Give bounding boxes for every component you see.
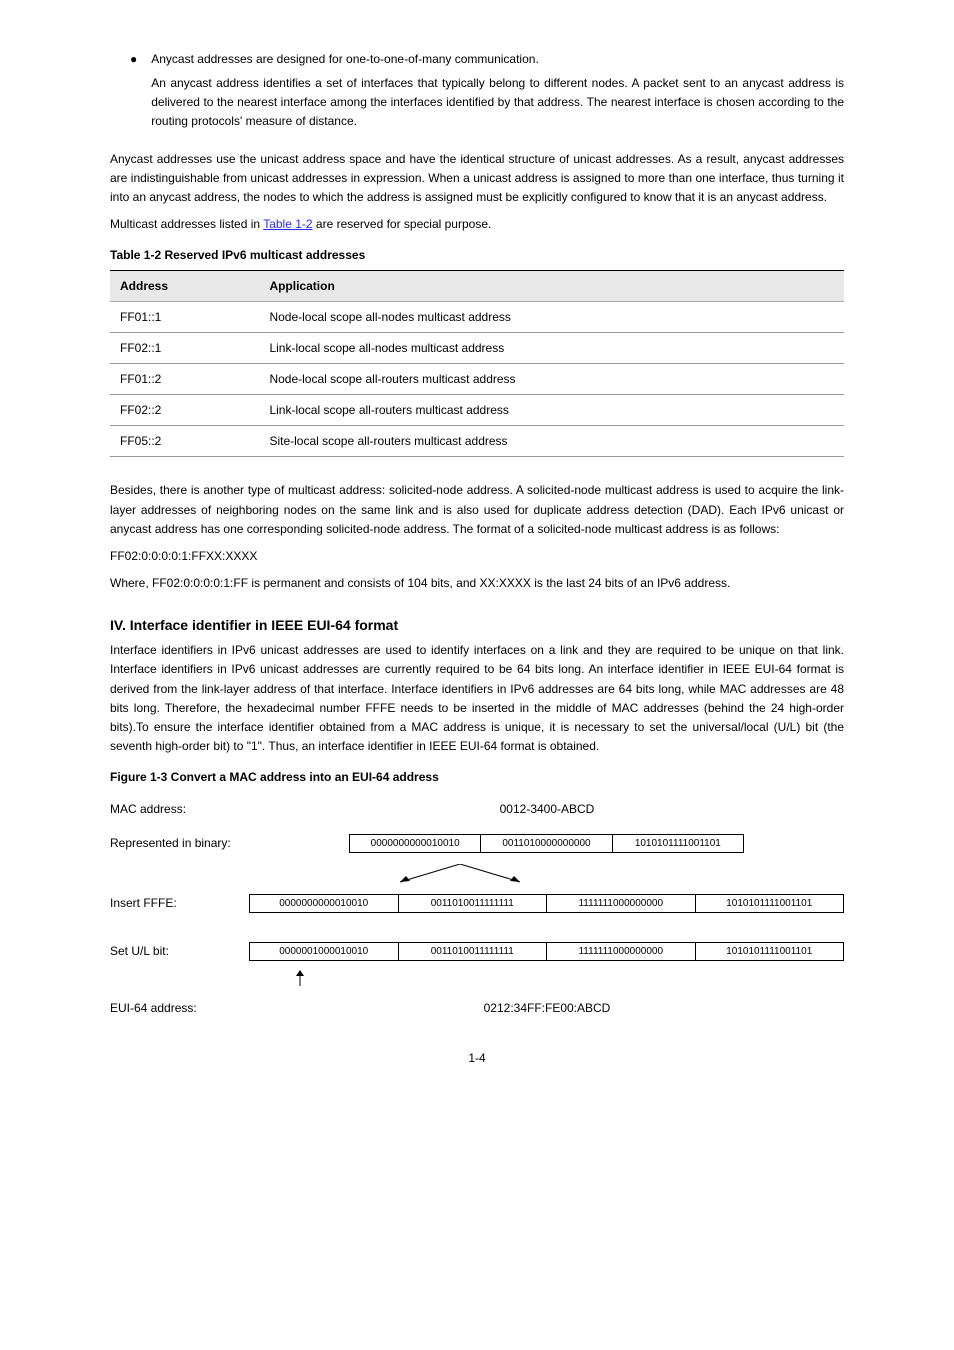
multicast-intro-text: Multicast addresses listed in	[110, 217, 263, 231]
diag-label-eui64: EUI-64 address:	[110, 1001, 250, 1015]
cell-addr: FF05::2	[110, 426, 259, 457]
eui64-diagram: MAC address: 0012-3400-ABCD Represented …	[110, 796, 844, 1021]
solicited-paragraph: Besides, there is another type of multic…	[110, 481, 844, 539]
eui-paragraph: Interface identifiers in IPv6 unicast ad…	[110, 641, 844, 756]
diag-label-insert: Insert FFFE:	[110, 896, 250, 910]
cell-app: Node-local scope all-nodes multicast add…	[259, 302, 844, 333]
solicited-note: Where, FF02:0:0:0:0:1:FF is permanent an…	[110, 574, 844, 593]
diag-cell: 1010101111001101	[695, 894, 845, 913]
figure-caption: Figure 1-3 Convert a MAC address into an…	[110, 770, 844, 784]
anycast-paragraph: Anycast addresses use the unicast addres…	[110, 150, 844, 208]
cell-addr: FF01::1	[110, 302, 259, 333]
table-row: FF02::1Link-local scope all-nodes multic…	[110, 333, 844, 364]
diag-cell: 0000000000010010	[349, 834, 481, 853]
multicast-intro-tail: are reserved for special purpose.	[313, 217, 492, 231]
diag-cell: 0011010000000000	[480, 834, 612, 853]
bullet-anycast: ● Anycast addresses are designed for one…	[130, 50, 844, 140]
cell-app: Link-local scope all-routers multicast a…	[259, 395, 844, 426]
cell-app: Link-local scope all-nodes multicast add…	[259, 333, 844, 364]
table-row: FF05::2Site-local scope all-routers mult…	[110, 426, 844, 457]
cell-addr: FF01::2	[110, 364, 259, 395]
diag-label-binary: Represented in binary:	[110, 836, 250, 850]
cell-addr: FF02::2	[110, 395, 259, 426]
table-caption: Table 1-2 Reserved IPv6 multicast addres…	[110, 248, 844, 262]
split-arrow-icon	[330, 864, 844, 884]
diag-cell: 1010101111001101	[612, 834, 744, 853]
diag-cell: 0000000000010010	[249, 894, 399, 913]
diag-cell: 0000001000010010	[249, 942, 399, 961]
diag-cell: 1010101111001101	[695, 942, 845, 961]
table-row: FF01::1Node-local scope all-nodes multic…	[110, 302, 844, 333]
ul-arrow-icon	[290, 968, 844, 991]
diag-eui64-value: 0212:34FF:FE00:ABCD	[250, 1001, 844, 1015]
col-application: Application	[259, 271, 844, 302]
bullet-text: Anycast addresses are designed for one-t…	[151, 52, 539, 66]
diag-cell: 0011010011111111	[398, 894, 548, 913]
table-row: FF01::2Node-local scope all-routers mult…	[110, 364, 844, 395]
multicast-intro: Multicast addresses listed in Table 1-2 …	[110, 215, 844, 234]
bullet-detail: An anycast address identifies a set of i…	[151, 76, 844, 128]
col-address: Address	[110, 271, 259, 302]
table-link[interactable]: Table 1-2	[263, 217, 312, 231]
table-row: FF02::2Link-local scope all-routers mult…	[110, 395, 844, 426]
cell-app: Site-local scope all-routers multicast a…	[259, 426, 844, 457]
bullet-dot: ●	[130, 50, 137, 140]
page-number: 1-4	[110, 1051, 844, 1065]
diag-label-ulbit: Set U/L bit:	[110, 944, 250, 958]
cell-app: Node-local scope all-routers multicast a…	[259, 364, 844, 395]
diag-cell: 1111111000000000	[546, 894, 696, 913]
cell-addr: FF02::1	[110, 333, 259, 364]
solicited-format: FF02:0:0:0:0:1:FFXX:XXXX	[110, 547, 844, 566]
diag-label-mac: MAC address:	[110, 802, 250, 816]
reserved-multicast-table: Address Application FF01::1Node-local sc…	[110, 270, 844, 457]
diag-cell: 1111111000000000	[546, 942, 696, 961]
diag-mac-value: 0012-3400-ABCD	[250, 802, 844, 816]
diag-cell: 0011010011111111	[398, 942, 548, 961]
heading-eui64: IV. Interface identifier in IEEE EUI-64 …	[110, 617, 844, 633]
